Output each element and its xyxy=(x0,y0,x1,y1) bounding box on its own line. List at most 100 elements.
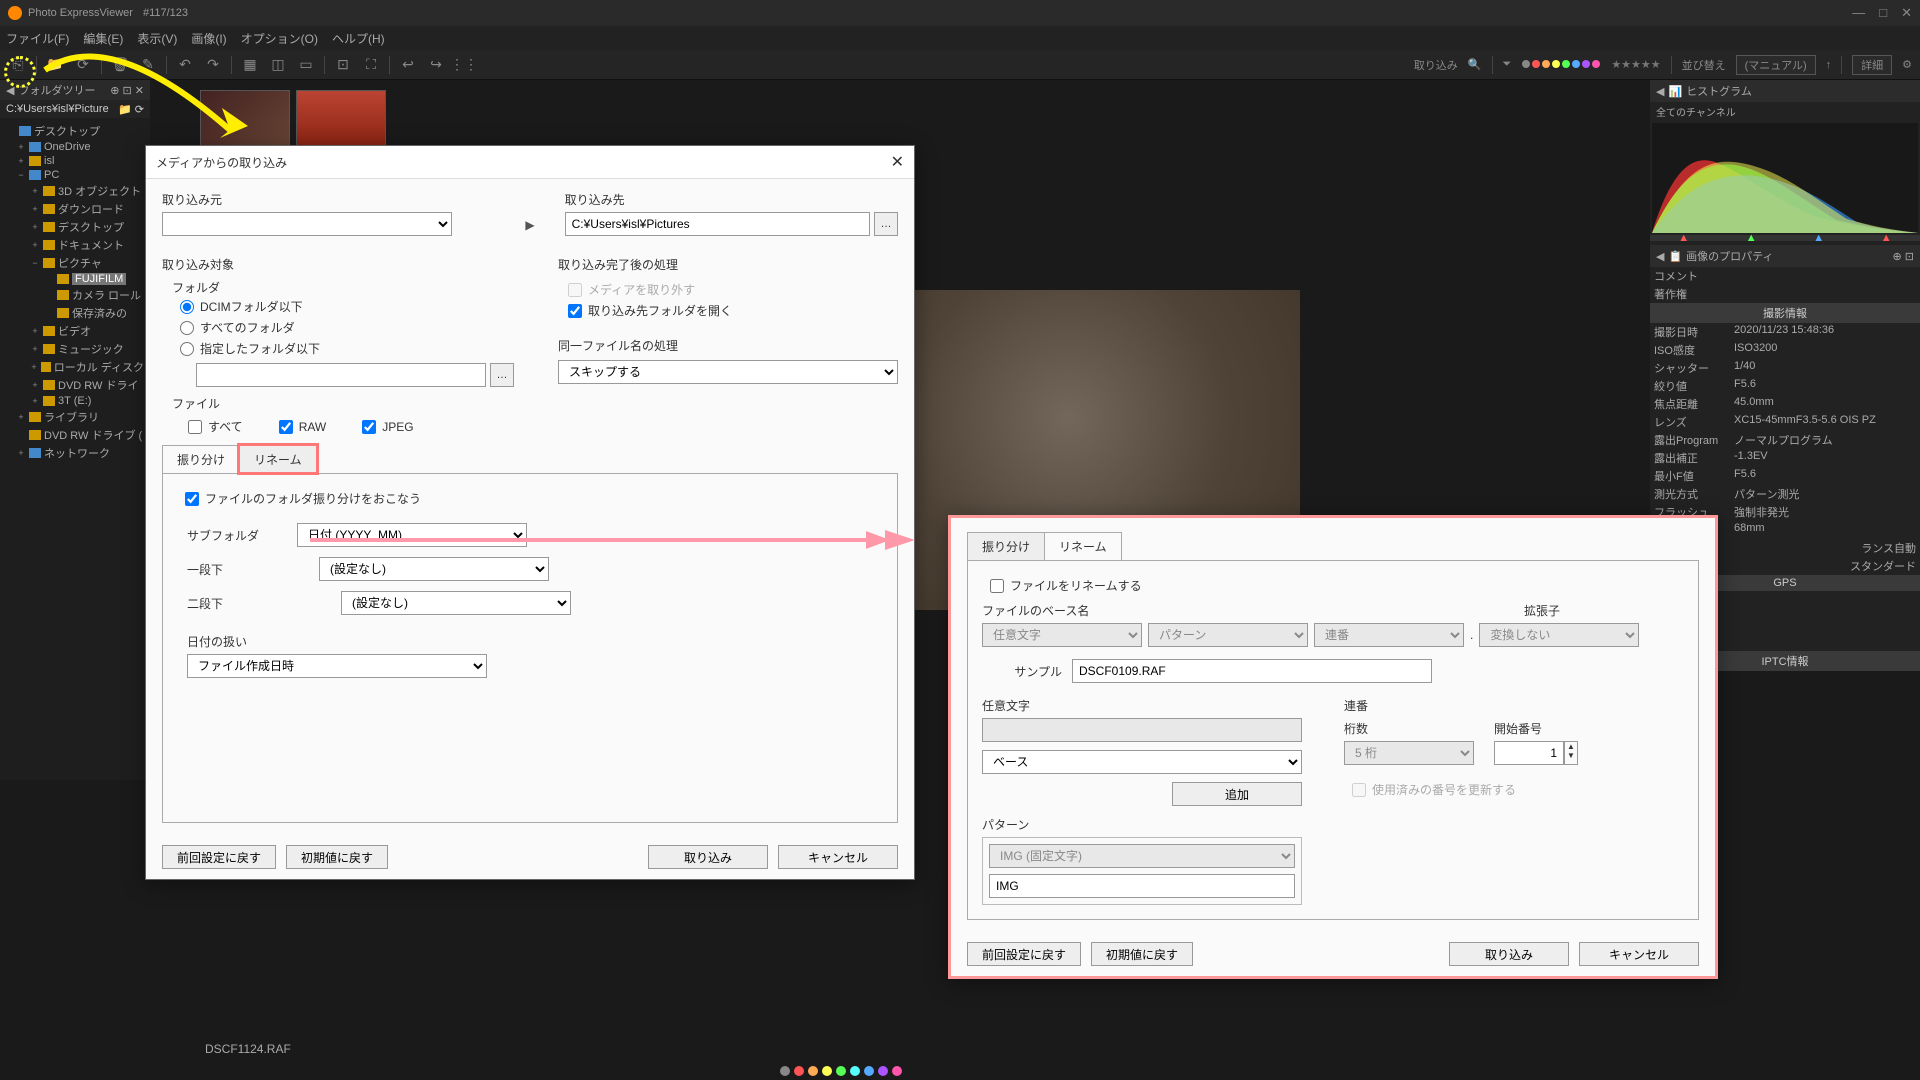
tree-node[interactable]: +ローカル ディスク xyxy=(2,358,148,376)
tree-node[interactable]: デスクトップ xyxy=(2,122,148,140)
dest-input[interactable] xyxy=(565,212,870,236)
menu-image[interactable]: 画像(I) xyxy=(191,30,226,47)
tab-rename-2[interactable]: リネーム xyxy=(1044,532,1122,560)
tab-sort[interactable]: 振り分け xyxy=(162,445,240,473)
detail-dropdown[interactable]: 詳細 xyxy=(1852,55,1892,75)
tree-node[interactable]: +デスクトップ xyxy=(2,218,148,236)
restore-init-button[interactable]: 初期値に戻す xyxy=(286,845,388,869)
date-handling-select[interactable]: ファイル作成日時 xyxy=(187,654,487,678)
level2-select[interactable]: (設定なし) xyxy=(341,591,571,615)
tree-node[interactable]: FUJIFILM xyxy=(2,272,148,286)
base-part1-select[interactable]: 任意文字 xyxy=(982,623,1142,647)
tree-node[interactable]: +3T (E:) xyxy=(2,394,148,408)
tree-node[interactable]: −ピクチャ xyxy=(2,254,148,272)
check-do-rename[interactable]: ファイルをリネームする xyxy=(982,575,1684,596)
rotate-left-icon[interactable]: ↶ xyxy=(175,55,195,75)
tree-node[interactable]: +ミュージック xyxy=(2,340,148,358)
restore-prev-button[interactable]: 前回設定に戻す xyxy=(162,845,276,869)
tab-sort-2[interactable]: 振り分け xyxy=(967,532,1045,560)
tree-node[interactable]: +ビデオ xyxy=(2,322,148,340)
fullscreen-icon[interactable]: ⛶ xyxy=(361,55,381,75)
radio-specified[interactable]: 指定したフォルダ以下 xyxy=(172,338,514,359)
undo-icon[interactable]: ↩ xyxy=(398,55,418,75)
cancel-button[interactable]: キャンセル xyxy=(778,845,898,869)
thumbnail[interactable] xyxy=(296,90,386,150)
cancel-button-2[interactable]: キャンセル xyxy=(1579,942,1699,966)
view-grid-icon[interactable]: ▦ xyxy=(240,55,260,75)
base-source-select[interactable]: ベース xyxy=(982,750,1302,774)
minimize-icon[interactable]: — xyxy=(1852,5,1865,21)
grid-icon[interactable]: ⋮⋮ xyxy=(454,55,474,75)
tree-node[interactable]: +ドキュメント xyxy=(2,236,148,254)
zoom-fit-icon[interactable]: ⊡ xyxy=(333,55,353,75)
rename-icon[interactable]: ✎ xyxy=(138,55,158,75)
radio-dcim[interactable]: DCIMフォルダ以下 xyxy=(172,296,514,317)
maximize-icon[interactable]: □ xyxy=(1879,5,1887,21)
radio-all-folders[interactable]: すべてのフォルダ xyxy=(172,317,514,338)
tree-node[interactable]: 保存済みの xyxy=(2,304,148,322)
tree-node[interactable]: カメラ ロール xyxy=(2,286,148,304)
restore-prev-button-2[interactable]: 前回設定に戻す xyxy=(967,942,1081,966)
check-do-sort[interactable]: ファイルのフォルダ振り分けをおこなう xyxy=(177,488,883,509)
spinner-up-icon[interactable]: ▲ xyxy=(1565,742,1577,751)
freetext-input[interactable] xyxy=(982,718,1302,742)
menu-help[interactable]: ヘルプ(H) xyxy=(332,30,385,47)
sort-mode[interactable]: (マニュアル) xyxy=(1736,55,1816,75)
check-jpeg[interactable]: JPEG xyxy=(354,416,421,437)
check-eject[interactable]: メディアを取り外す xyxy=(544,279,898,300)
import-icon[interactable]: ⎘ xyxy=(8,55,28,75)
refresh-icon[interactable]: ⟳ xyxy=(73,55,93,75)
dialog-close-icon[interactable]: ✕ xyxy=(891,152,904,172)
check-update-used[interactable]: 使用済みの番号を更新する xyxy=(1344,779,1684,800)
search-icon[interactable]: 🔍 xyxy=(1468,58,1482,71)
menu-file[interactable]: ファイル(F) xyxy=(6,30,69,47)
menu-view[interactable]: 表示(V) xyxy=(137,30,177,47)
check-raw[interactable]: RAW xyxy=(271,416,335,437)
dup-select[interactable]: スキップする xyxy=(558,360,898,384)
close-icon[interactable]: ✕ xyxy=(1901,5,1912,21)
tab-rename[interactable]: リネーム xyxy=(239,445,317,473)
digits-select[interactable]: 5 桁 xyxy=(1344,741,1474,765)
tree-node[interactable]: +isl xyxy=(2,154,148,168)
tree-node[interactable]: −PC xyxy=(2,168,148,182)
tree-node[interactable]: +3D オブジェクト xyxy=(2,182,148,200)
view-single-icon[interactable]: ▭ xyxy=(296,55,316,75)
color-filter-dots[interactable] xyxy=(1521,59,1601,71)
tree-node[interactable]: DVD RW ドライブ ( xyxy=(2,426,148,444)
rotate-right-icon[interactable]: ↷ xyxy=(203,55,223,75)
import-button[interactable]: 取り込み xyxy=(648,845,768,869)
start-number-input[interactable] xyxy=(1494,741,1564,765)
base-part2-select[interactable]: パターン xyxy=(1148,623,1308,647)
tree-node[interactable]: +OneDrive xyxy=(2,140,148,154)
specified-folder-input[interactable] xyxy=(196,363,486,387)
browse-specified-button[interactable]: … xyxy=(490,363,514,387)
tree-node[interactable]: +ネットワーク xyxy=(2,444,148,462)
restore-init-button-2[interactable]: 初期値に戻す xyxy=(1091,942,1193,966)
menu-edit[interactable]: 編集(E) xyxy=(83,30,123,47)
pattern-select[interactable]: IMG (固定文字) xyxy=(989,844,1295,868)
thumbnail[interactable] xyxy=(200,90,290,150)
import-button-2[interactable]: 取り込み xyxy=(1449,942,1569,966)
source-select[interactable] xyxy=(162,212,452,236)
tree-node[interactable]: +ダウンロード xyxy=(2,200,148,218)
ext-select[interactable]: 変換しない xyxy=(1479,623,1639,647)
base-part3-select[interactable]: 連番 xyxy=(1314,623,1464,647)
toolbar-import-label[interactable]: 取り込み xyxy=(1414,57,1458,73)
add-button[interactable]: 追加 xyxy=(1172,782,1302,806)
tree-node[interactable]: +ライブラリ xyxy=(2,408,148,426)
check-open-folder[interactable]: 取り込み先フォルダを開く xyxy=(544,300,898,321)
trash-icon[interactable]: 🗑 xyxy=(110,55,130,75)
pattern-value-input[interactable] xyxy=(989,874,1295,898)
filter-icon[interactable]: ⏷ xyxy=(1503,58,1512,71)
check-all[interactable]: すべて xyxy=(180,416,251,437)
level1-select[interactable]: (設定なし) xyxy=(319,557,549,581)
browse-dest-button[interactable]: … xyxy=(874,212,898,236)
spinner-down-icon[interactable]: ▼ xyxy=(1565,751,1577,760)
menu-option[interactable]: オプション(O) xyxy=(241,30,318,47)
color-label-dots[interactable] xyxy=(780,1066,902,1076)
gear-icon[interactable]: ⚙ xyxy=(1902,58,1912,71)
view-split-icon[interactable]: ◫ xyxy=(268,55,288,75)
subfolder-select[interactable]: 日付 (YYYY_MM) xyxy=(297,523,527,547)
redo-icon[interactable]: ↪ xyxy=(426,55,446,75)
tree-node[interactable]: +DVD RW ドライ xyxy=(2,376,148,394)
